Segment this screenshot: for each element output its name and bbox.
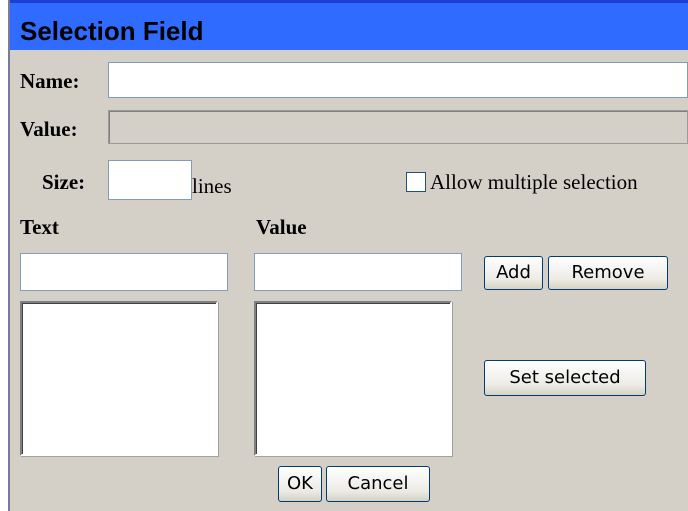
option-text-listbox[interactable] [20,301,218,456]
value-column-header: Value [256,215,307,239]
name-input[interactable] [108,62,688,98]
option-value-listbox[interactable] [254,301,452,456]
cancel-button[interactable]: Cancel [326,466,430,502]
set-selected-button[interactable]: Set selected [484,360,646,396]
size-input[interactable] [108,160,192,200]
lines-label: lines [192,174,232,198]
text-column-header: Text [20,215,59,239]
size-label: Size: [42,170,86,194]
remove-button[interactable]: Remove [548,256,668,290]
value-label: Value: [20,117,78,141]
option-text-input[interactable] [20,253,228,291]
name-label: Name: [20,69,80,93]
allow-multiple-checkbox[interactable] [406,172,426,192]
option-value-input[interactable] [254,253,462,291]
dialog-titlebar: Selection Field [10,0,688,50]
selection-field-dialog: Selection Field Name: Value: Size: lines… [8,0,688,511]
value-input [108,110,688,144]
allow-multiple-label: Allow multiple selection [430,170,638,194]
add-button[interactable]: Add [484,256,543,290]
dialog-title: Selection Field [20,16,204,46]
ok-button[interactable]: OK [278,466,322,502]
